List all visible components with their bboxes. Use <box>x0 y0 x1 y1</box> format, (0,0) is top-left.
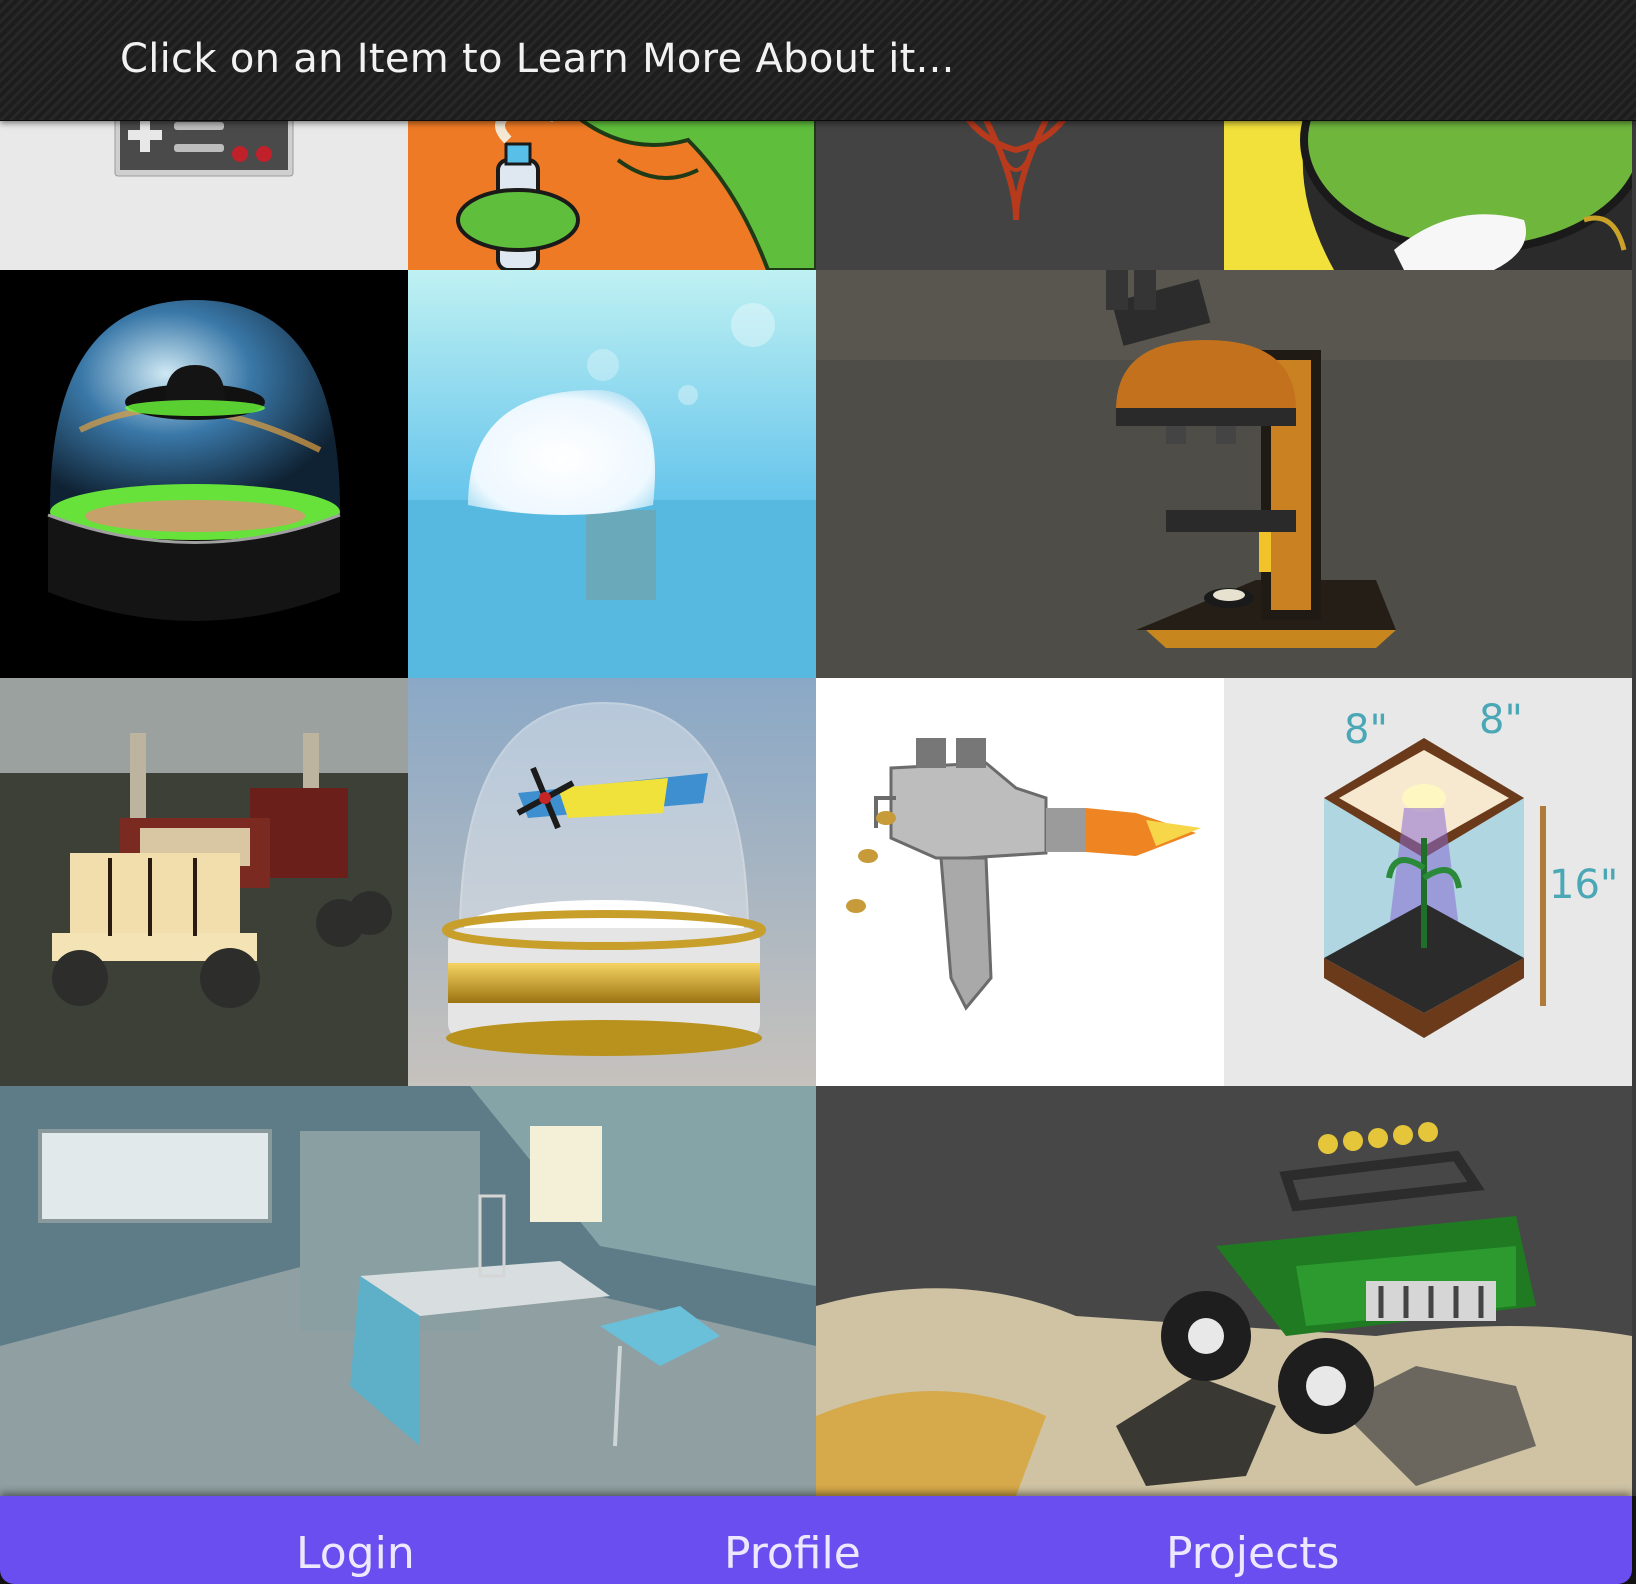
nav-profile-link[interactable]: Profile <box>724 1528 861 1579</box>
uzi-gun-icon <box>816 678 1224 1086</box>
office-room-icon <box>0 1086 816 1496</box>
scrollbar-track[interactable] <box>1632 120 1636 1496</box>
gallery-item-ornament-emblem[interactable] <box>816 100 1224 270</box>
svg-text:8": 8" <box>1479 697 1523 743</box>
gallery-item-glowing-mushroom[interactable] <box>408 270 816 678</box>
gallery-item-nes-controller[interactable] <box>0 100 408 270</box>
nes-controller-icon <box>0 100 408 270</box>
gallery-item-office-room[interactable] <box>0 1086 816 1496</box>
svg-text:16": 16" <box>1549 862 1618 908</box>
svg-text:8": 8" <box>1344 707 1388 753</box>
nav-login-link[interactable]: Login <box>296 1528 415 1579</box>
gallery-item-green-jeep[interactable] <box>816 1086 1632 1496</box>
red-ornament-emblem-icon <box>816 100 1224 270</box>
gallery-item-ufo-globe[interactable] <box>0 270 408 678</box>
header-bar: Click on an Item to Learn More About it.… <box>0 0 1636 121</box>
green-character-spray-can-icon <box>408 100 816 270</box>
gallery-item-character-closeup[interactable] <box>1224 100 1632 270</box>
nav-projects-link[interactable]: Projects <box>1166 1528 1339 1579</box>
gallery-item-semi-truck[interactable] <box>0 678 408 1086</box>
gallery-item-grow-box[interactable]: 8" 8" 16" <box>1224 678 1632 1086</box>
glowing-mushroom-icon <box>408 270 816 678</box>
ufo-globe-icon <box>0 270 408 678</box>
semi-truck-icon <box>0 678 408 1086</box>
green-character-closeup-icon <box>1224 100 1632 270</box>
page-title: Click on an Item to Learn More About it.… <box>120 36 955 82</box>
airplane-snow-globe-icon <box>408 678 816 1086</box>
gallery-item-uzi[interactable] <box>816 678 1224 1086</box>
bottom-nav: Login Profile Projects <box>0 1496 1632 1584</box>
gallery-item-spray-character[interactable] <box>408 100 816 270</box>
green-jeep-icon <box>816 1086 1632 1496</box>
gallery-item-airplane-globe[interactable] <box>408 678 816 1086</box>
grow-box-icon: 8" 8" 16" <box>1224 678 1632 1086</box>
microscope-icon <box>816 270 1632 678</box>
gallery-item-microscope[interactable] <box>816 270 1632 678</box>
